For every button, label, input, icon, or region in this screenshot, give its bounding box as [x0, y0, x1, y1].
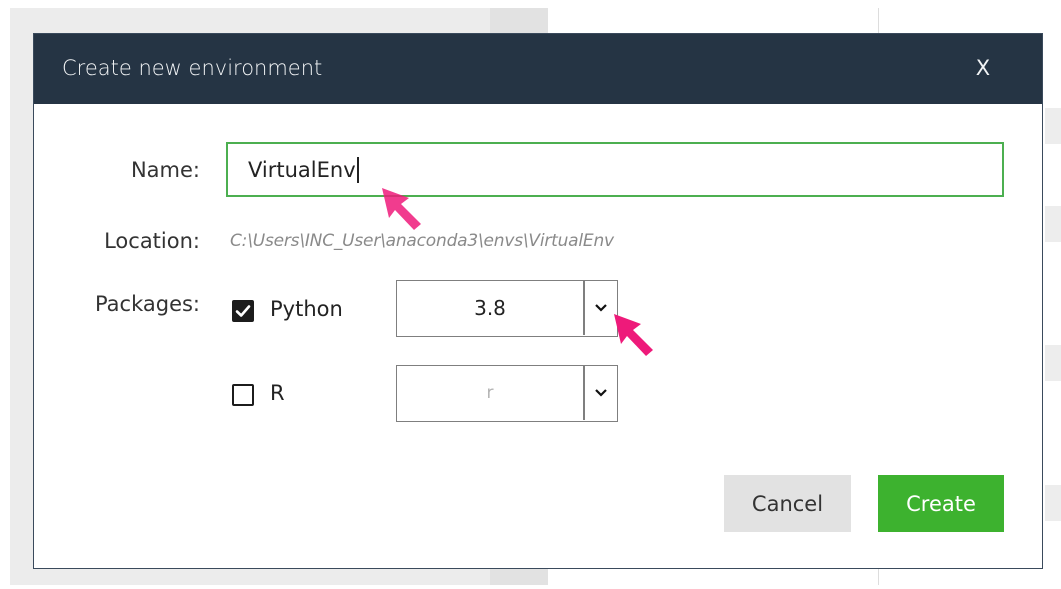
r-checkbox[interactable]: [232, 384, 254, 406]
background-row-strip: [1045, 206, 1061, 242]
create-button[interactable]: Create: [878, 475, 1004, 532]
pointer-arrow-icon: [614, 314, 653, 356]
python-checkbox[interactable]: [232, 300, 254, 322]
r-version-select[interactable]: r: [396, 365, 618, 422]
packages-label: Packages:: [94, 292, 200, 316]
text-caret: [356, 156, 359, 183]
location-label: Location:: [104, 229, 200, 253]
cancel-button[interactable]: Cancel: [724, 475, 851, 532]
create-environment-dialog: Create new environment X Name: VirtualEn…: [33, 33, 1043, 569]
checkmark-icon: [235, 305, 251, 317]
dialog-title: Create new environment: [62, 56, 323, 80]
close-button[interactable]: X: [964, 48, 1002, 88]
python-package-label: Python: [270, 297, 343, 321]
name-input[interactable]: VirtualEnv: [226, 142, 1004, 197]
pointer-arrow-icon: [382, 188, 421, 230]
r-package-label: R: [270, 381, 285, 405]
dialog-titlebar: Create new environment X: [34, 34, 1042, 104]
location-path: C:\Users\INC_User\anaconda3\envs\Virtual…: [230, 231, 614, 251]
name-input-value: VirtualEnv: [248, 157, 356, 182]
r-version-value: r: [486, 383, 494, 403]
name-label: Name:: [130, 158, 200, 182]
python-version-value: 3.8: [474, 296, 506, 320]
background-row-strip: [1045, 345, 1061, 381]
background-row-strip: [1045, 108, 1061, 144]
python-version-select[interactable]: 3.8: [396, 280, 618, 337]
background-row-strip: [1045, 485, 1061, 521]
chevron-down-icon[interactable]: [585, 366, 617, 420]
